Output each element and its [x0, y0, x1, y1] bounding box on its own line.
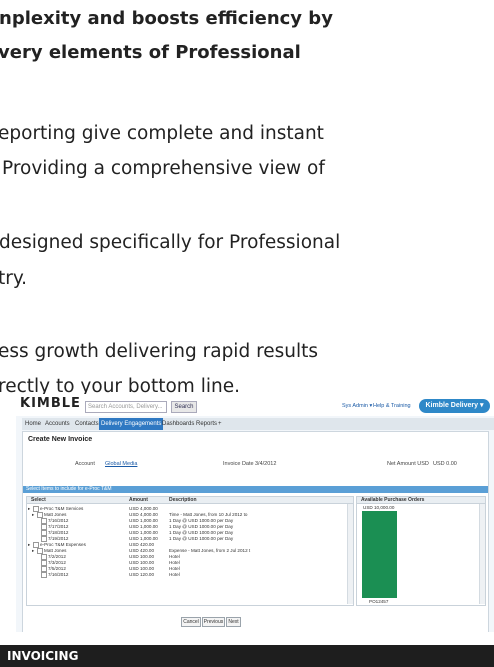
- body-text-line: try.: [0, 268, 28, 289]
- body-text-line: Providing a comprehensive view of: [2, 158, 325, 179]
- tab-add[interactable]: +: [216, 418, 224, 430]
- row-amount: USD 100.00: [129, 560, 155, 565]
- row-select: 7/3/2012: [48, 560, 66, 565]
- row-select: 7/5/2012: [48, 566, 66, 571]
- row-amount: USD 420.00: [129, 542, 155, 547]
- column-header-select: Select: [31, 497, 46, 503]
- row-select: Matt Jones: [44, 548, 67, 553]
- purchase-orders-panel: Available Purchase Orders USD 10,000.00 …: [356, 496, 486, 606]
- tab-bar: Home Accounts Contacts Delivery Engageme…: [22, 418, 494, 430]
- row-amount: USD 100.00: [129, 566, 155, 571]
- invoice-screenshot: KIMBLE Search Accounts, Delivery... Sear…: [16, 394, 494, 632]
- row-description: Hotel: [169, 566, 180, 571]
- intro-text-line: very elements of Professional: [0, 42, 301, 63]
- net-amount-value: USD 0.00: [433, 461, 457, 467]
- row-select: Matt Jones: [44, 512, 67, 517]
- row-description: Hotel: [169, 554, 180, 559]
- account-label: Account: [75, 461, 95, 467]
- row-description: 1 Day @ USD 1000.00 per Day: [169, 524, 234, 529]
- tab-accounts[interactable]: Accounts: [43, 418, 72, 430]
- tab-delivery-engagements[interactable]: Delivery Engagements: [99, 418, 164, 430]
- row-description: Expense - Matt Jones, from 2 Jul 2012 t: [169, 548, 251, 553]
- net-amount-label: Net Amount USD: [387, 461, 429, 467]
- po-scrollbar[interactable]: [479, 504, 485, 604]
- search-input[interactable]: Search Accounts, Delivery...: [85, 401, 167, 413]
- invoice-date-label: Invoice Date: [223, 461, 254, 467]
- invoice-panel: Create New Invoice Account Global Media …: [22, 431, 489, 632]
- row-select: 7/16/2012: [48, 518, 69, 523]
- previous-button[interactable]: Previous: [202, 617, 225, 627]
- row-amount: USD 100.00: [129, 554, 155, 559]
- row-amount: USD 1,000.00: [129, 530, 158, 535]
- column-header-description: Description: [169, 497, 197, 503]
- row-description: Hotel: [169, 572, 180, 577]
- kimble-logo: KIMBLE: [20, 396, 81, 411]
- next-button[interactable]: Next: [226, 617, 241, 627]
- tab-dashboards[interactable]: Dashboards: [160, 418, 196, 430]
- row-amount: USD 1,000.00: [129, 524, 158, 529]
- row-select: e-Proc T&M Expenses: [40, 542, 86, 547]
- invoice-items-table: Select Amount Description ▸ e-Proc T&M S…: [26, 496, 354, 606]
- table-header: Select Amount Description: [27, 497, 353, 504]
- row-amount: USD 1,000.00: [129, 536, 158, 541]
- expand-toggle[interactable]: ▸: [28, 506, 30, 511]
- po-header: Available Purchase Orders: [357, 497, 485, 504]
- row-description: Hotel: [169, 560, 180, 565]
- purchase-order-bar[interactable]: [362, 511, 397, 598]
- row-amount: USD 4,000.00: [129, 512, 158, 517]
- row-description: 1 Day @ USD 1000.00 per Day: [169, 536, 234, 541]
- tab-home[interactable]: Home: [23, 418, 43, 430]
- help-link[interactable]: Help & Training: [373, 403, 411, 409]
- row-select: 7/18/2012: [48, 530, 69, 535]
- expand-toggle[interactable]: ▸: [32, 548, 34, 553]
- body-text-line: ess growth delivering rapid results: [0, 341, 319, 362]
- row-amount: USD 4,000.00: [129, 506, 158, 511]
- row-checkbox[interactable]: [41, 572, 47, 578]
- app-switcher-button[interactable]: Kimble Delivery ▾: [419, 399, 490, 413]
- body-text-line: designed specifically for Professional: [0, 232, 341, 253]
- po-header-label: Available Purchase Orders: [361, 497, 425, 503]
- intro-text-line: nplexity and boosts efficiency by: [0, 8, 333, 29]
- po-amount: USD 10,000.00: [363, 505, 395, 510]
- user-menu[interactable]: Sys Admin ▾: [342, 403, 372, 409]
- page-title: Create New Invoice: [28, 436, 93, 443]
- row-amount: USD 1,000.00: [129, 518, 158, 523]
- row-select: 7/19/2012: [48, 536, 69, 541]
- search-button[interactable]: Search: [171, 401, 197, 413]
- row-amount: USD 420.00: [129, 548, 155, 553]
- row-description: 1 Day @ USD 1000.00 per Day: [169, 530, 234, 535]
- app-header: KIMBLE Search Accounts, Delivery... Sear…: [16, 394, 494, 416]
- body-text-line: eporting give complete and instant: [0, 123, 324, 144]
- invoice-date-value: 3/4/2012: [255, 461, 277, 467]
- row-select: 7/17/2012: [48, 524, 69, 529]
- caption-bar: INVOICING: [0, 645, 494, 667]
- row-description: Time - Matt Jones, from 10 Jul 2012 to: [169, 512, 248, 517]
- section-label: Select Items to include for e-Proc T&M: [26, 486, 112, 492]
- section-header: Select Items to include for e-Proc T&M: [23, 486, 488, 493]
- row-select: 7/2/2012: [48, 554, 66, 559]
- row-amount: USD 120.00: [129, 572, 155, 577]
- row-description: 1 Day @ USD 1000.00 per Day: [169, 518, 234, 523]
- cancel-button[interactable]: Cancel: [181, 617, 201, 627]
- row-select: e-Proc T&M Services: [40, 506, 84, 511]
- expand-toggle[interactable]: ▸: [28, 542, 30, 547]
- tab-contacts[interactable]: Contacts: [73, 418, 101, 430]
- po-number: PO12457: [369, 599, 389, 604]
- caption-text: INVOICING: [7, 649, 79, 663]
- row-select: 7/16/2012: [48, 572, 69, 577]
- column-header-amount: Amount: [129, 497, 148, 503]
- expand-toggle[interactable]: ▸: [32, 512, 34, 517]
- table-scrollbar[interactable]: [347, 504, 353, 604]
- account-link[interactable]: Global Media: [105, 461, 137, 467]
